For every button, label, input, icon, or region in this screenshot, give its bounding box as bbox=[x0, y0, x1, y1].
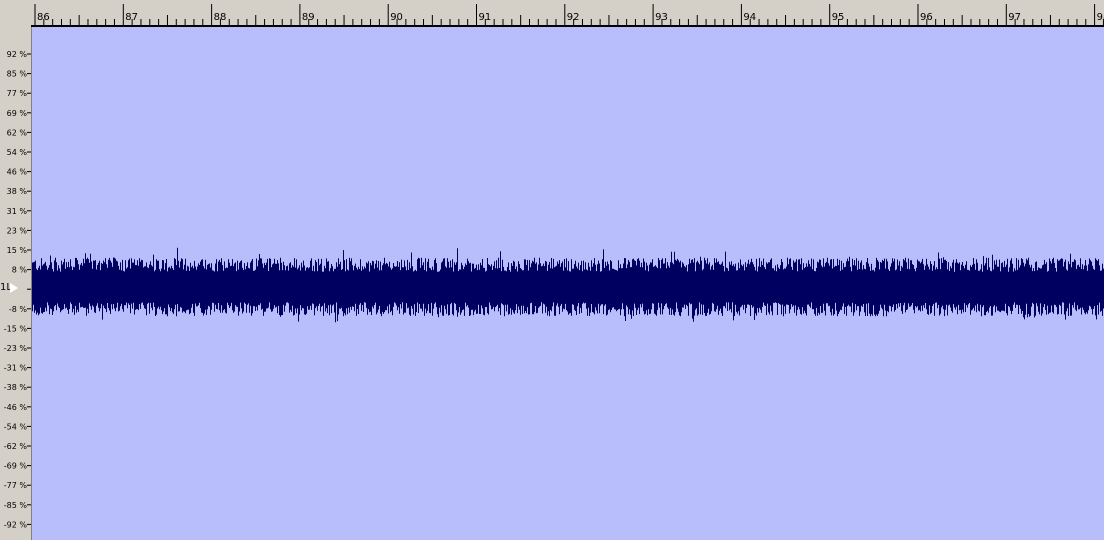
amplitude-label: 92 % bbox=[7, 50, 28, 59]
amplitude-axis: 92 % 85 % 77 % 69 % 62 % 54 % 46 % 38 % 31 % 23 %… bbox=[0, 27, 31, 540]
amplitude-label: -92 % bbox=[4, 520, 28, 529]
amplitude-label: 23 % bbox=[7, 226, 28, 235]
audio-editor-view: 86878889909192939495969798 92 % 85 % 77 % 6… bbox=[0, 0, 1104, 540]
amplitude-label: -38 % bbox=[4, 383, 28, 392]
amplitude-label: 38 % bbox=[7, 187, 28, 196]
amplitude-label: -69 % bbox=[4, 462, 28, 471]
amplitude-label: -77 % bbox=[4, 481, 28, 490]
amplitude-label: -46 % bbox=[4, 403, 28, 412]
waveform bbox=[32, 247, 1104, 323]
ruler-tick-label: 98 bbox=[1097, 12, 1104, 23]
amplitude-label: 15 % bbox=[7, 246, 28, 255]
amplitude-label: 31 % bbox=[7, 207, 28, 216]
amplitude-label: 62 % bbox=[7, 128, 28, 137]
amplitude-label: -85 % bbox=[4, 501, 28, 510]
time-ruler-ticks: 86878889909192939495969798 bbox=[34, 4, 1104, 25]
amplitude-label: -54 % bbox=[4, 422, 28, 431]
amplitude-label: 85 % bbox=[7, 70, 28, 79]
amplitude-label: -31 % bbox=[4, 364, 28, 373]
time-ruler[interactable]: 86878889909192939495969798 bbox=[31, 0, 1104, 27]
amplitude-label: -62 % bbox=[4, 442, 28, 451]
amplitude-label: 77 % bbox=[7, 89, 28, 98]
amplitude-label: 8 % bbox=[12, 266, 28, 275]
amplitude-label: -15 % bbox=[4, 324, 28, 333]
waveform-peaks bbox=[32, 247, 1104, 323]
waveform-display[interactable] bbox=[31, 27, 1104, 540]
amplitude-label: 46 % bbox=[7, 168, 28, 177]
amplitude-label: -23 % bbox=[4, 344, 28, 353]
amplitude-label: 54 % bbox=[7, 148, 28, 157]
amplitude-label: -8 % bbox=[9, 305, 28, 314]
channel-marker-icon[interactable] bbox=[10, 283, 18, 293]
amplitude-label: 69 % bbox=[7, 109, 28, 118]
